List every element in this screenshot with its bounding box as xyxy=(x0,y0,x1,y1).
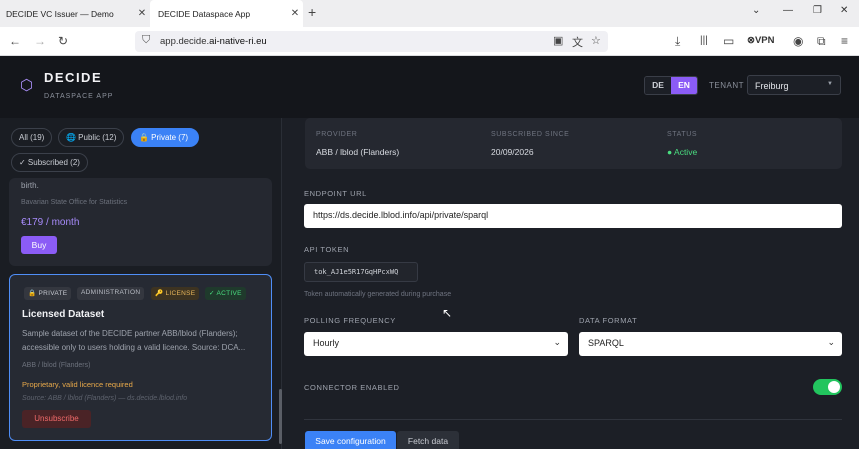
subscribed-since-label: SUBSCRIBED SINCE xyxy=(491,131,570,138)
sidebar-icon[interactable]: ▭ xyxy=(723,34,734,48)
unsubscribe-button[interactable]: Unsubscribe xyxy=(22,410,91,428)
hexagon-logo-icon: ⬡ xyxy=(20,77,34,94)
mouse-cursor-icon: ↖ xyxy=(442,306,453,320)
tab-title: DECIDE Dataspace App xyxy=(158,8,251,19)
provider-label: PROVIDER xyxy=(316,131,358,138)
vpn-icon: ⊗ xyxy=(747,35,755,46)
api-token-field[interactable]: tok_AJ1e5R17GqHPcxWQ xyxy=(304,262,418,282)
subscription-info-box: PROVIDER ABB / lblod (Flanders) SUBSCRIB… xyxy=(305,118,842,169)
new-tab-icon[interactable]: + xyxy=(308,4,316,20)
browser-tab-vc-issuer[interactable]: DECIDE VC Issuer — Demo ✕ xyxy=(0,0,150,27)
polling-frequency-label: POLLING FREQUENCY xyxy=(304,316,396,325)
connector-enabled-toggle[interactable] xyxy=(813,379,842,395)
badge-private: 🔒 PRIVATE xyxy=(24,287,72,300)
divider xyxy=(304,419,842,420)
language-switch: DE EN xyxy=(644,76,698,95)
badge-administration: ADMINISTRATION xyxy=(77,287,145,300)
close-tab-icon[interactable]: ✕ xyxy=(134,8,150,19)
buy-button[interactable]: Buy xyxy=(21,236,57,254)
lang-de-button[interactable]: DE xyxy=(645,77,671,94)
endpoint-url-field[interactable]: https://ds.decide.lblod.info/api/private… xyxy=(304,204,842,228)
reader-view-icon[interactable]: ▣ xyxy=(553,34,563,47)
tab-title: DECIDE VC Issuer — Demo xyxy=(6,8,114,19)
data-format-select[interactable]: SPARQL ⌄ xyxy=(579,332,842,356)
fetch-data-button[interactable]: Fetch data xyxy=(397,431,459,449)
badge-active: ✓ ACTIVE xyxy=(205,287,246,300)
vpn-indicator[interactable]: ⊗VPN xyxy=(747,35,775,46)
data-format-label: DATA FORMAT xyxy=(579,316,638,325)
data-format-value: SPARQL xyxy=(588,338,624,348)
vpn-label: VPN xyxy=(754,35,775,46)
browser-nav-bar: ← → ↻ ⛉ app.decide.ai-native-ri.eu ▣ 文 ☆… xyxy=(0,27,859,56)
close-tab-icon[interactable]: ✕ xyxy=(287,8,303,19)
url-bar[interactable]: ⛉ app.decide.ai-native-ri.eu ▣ 文 ☆ xyxy=(135,31,608,52)
chevron-down-icon: ⌄ xyxy=(553,337,561,347)
save-configuration-button[interactable]: Save configuration xyxy=(305,431,396,449)
endpoint-label: ENDPOINT URL xyxy=(304,189,367,198)
back-arrow-icon[interactable]: ← xyxy=(9,34,21,48)
api-token-label: API TOKEN xyxy=(304,245,350,254)
app-brand: DECIDE xyxy=(44,70,103,85)
token-hint: Token automatically generated during pur… xyxy=(304,291,452,298)
filter-private[interactable]: 🔒 Private (7) xyxy=(131,128,199,147)
extensions-icon[interactable]: ⧉ xyxy=(817,34,826,48)
browser-tab-bar: DECIDE VC Issuer — Demo ✕ DECIDE Dataspa… xyxy=(0,0,859,27)
card-source: Source: ABB / lblod (Flanders) — ds.deci… xyxy=(22,395,188,402)
dataset-card-licensed[interactable]: 🔒 PRIVATE ADMINISTRATION 🔑 LICENSE ✓ ACT… xyxy=(9,274,272,441)
filter-subscribed[interactable]: ✓ Subscribed (2) xyxy=(11,153,88,172)
url-prefix: app.decide. xyxy=(160,36,210,47)
library-icon[interactable]: ||| xyxy=(700,34,708,48)
minimize-icon[interactable]: — xyxy=(783,5,793,16)
card-title: Licensed Dataset xyxy=(22,309,105,320)
provider-value: ABB / lblod (Flanders) xyxy=(316,147,400,157)
filter-public[interactable]: 🌐 Public (12) xyxy=(58,128,125,147)
status-value: ● Active xyxy=(667,147,698,157)
close-window-icon[interactable]: ✕ xyxy=(840,5,848,16)
menu-icon[interactable]: ≡ xyxy=(841,34,848,48)
toggle-knob xyxy=(828,381,840,393)
card-org: Bavarian State Office for Statistics xyxy=(21,199,128,206)
bookmark-star-icon[interactable]: ☆ xyxy=(591,34,601,47)
app-subtitle: DATASPACE APP xyxy=(44,93,114,100)
url-text[interactable]: app.decide.ai-native-ri.eu xyxy=(160,36,267,47)
tenant-value: Freiburg xyxy=(755,81,789,91)
chevron-down-icon: ⌄ xyxy=(827,337,835,347)
caret-down-icon: ▼ xyxy=(827,81,833,87)
card-description: Sample dataset of the DECIDE partner ABB… xyxy=(22,329,246,352)
polling-frequency-select[interactable]: Hourly ⌄ xyxy=(304,332,568,356)
tenant-select[interactable]: Freiburg ▼ xyxy=(747,75,841,95)
card-org: ABB / lblod (Flanders) xyxy=(22,362,91,369)
connector-enabled-label: CONNECTOR ENABLED xyxy=(304,383,400,392)
browser-tab-dataspace-app[interactable]: DECIDE Dataspace App ✕ xyxy=(150,0,303,27)
account-icon[interactable]: ◉ xyxy=(793,34,803,48)
list-scrollbar[interactable] xyxy=(279,389,282,444)
translate-icon[interactable]: 文 xyxy=(572,34,583,50)
dataset-card[interactable]: birth. Bavarian State Office for Statist… xyxy=(9,178,272,266)
card-description-tail: birth. xyxy=(21,181,39,190)
filter-all[interactable]: All (19) xyxy=(11,128,53,147)
url-domain: ai-native-ri.eu xyxy=(209,36,267,47)
tenant-label: TENANT xyxy=(709,81,744,90)
download-icon[interactable]: ⤓ xyxy=(675,34,680,48)
lang-en-button[interactable]: EN xyxy=(671,77,697,94)
subscribed-since-value: 20/09/2026 xyxy=(491,147,534,157)
app-header: ⬡ DECIDE DATASPACE APP DE EN TENANT Frei… xyxy=(0,56,859,118)
badge-license: 🔑 LICENSE xyxy=(151,287,200,300)
chevron-down-icon[interactable]: ⌄ xyxy=(752,5,760,16)
card-price: €179 / month xyxy=(21,217,80,228)
reload-icon[interactable]: ↻ xyxy=(58,34,68,48)
maximize-icon[interactable]: ❐ xyxy=(813,5,822,16)
status-label: STATUS xyxy=(667,131,698,138)
forward-arrow-icon[interactable]: → xyxy=(34,34,46,48)
shield-icon[interactable]: ⛉ xyxy=(142,34,150,47)
license-note: Proprietary, valid licence required xyxy=(22,380,133,389)
polling-frequency-value: Hourly xyxy=(313,338,340,348)
